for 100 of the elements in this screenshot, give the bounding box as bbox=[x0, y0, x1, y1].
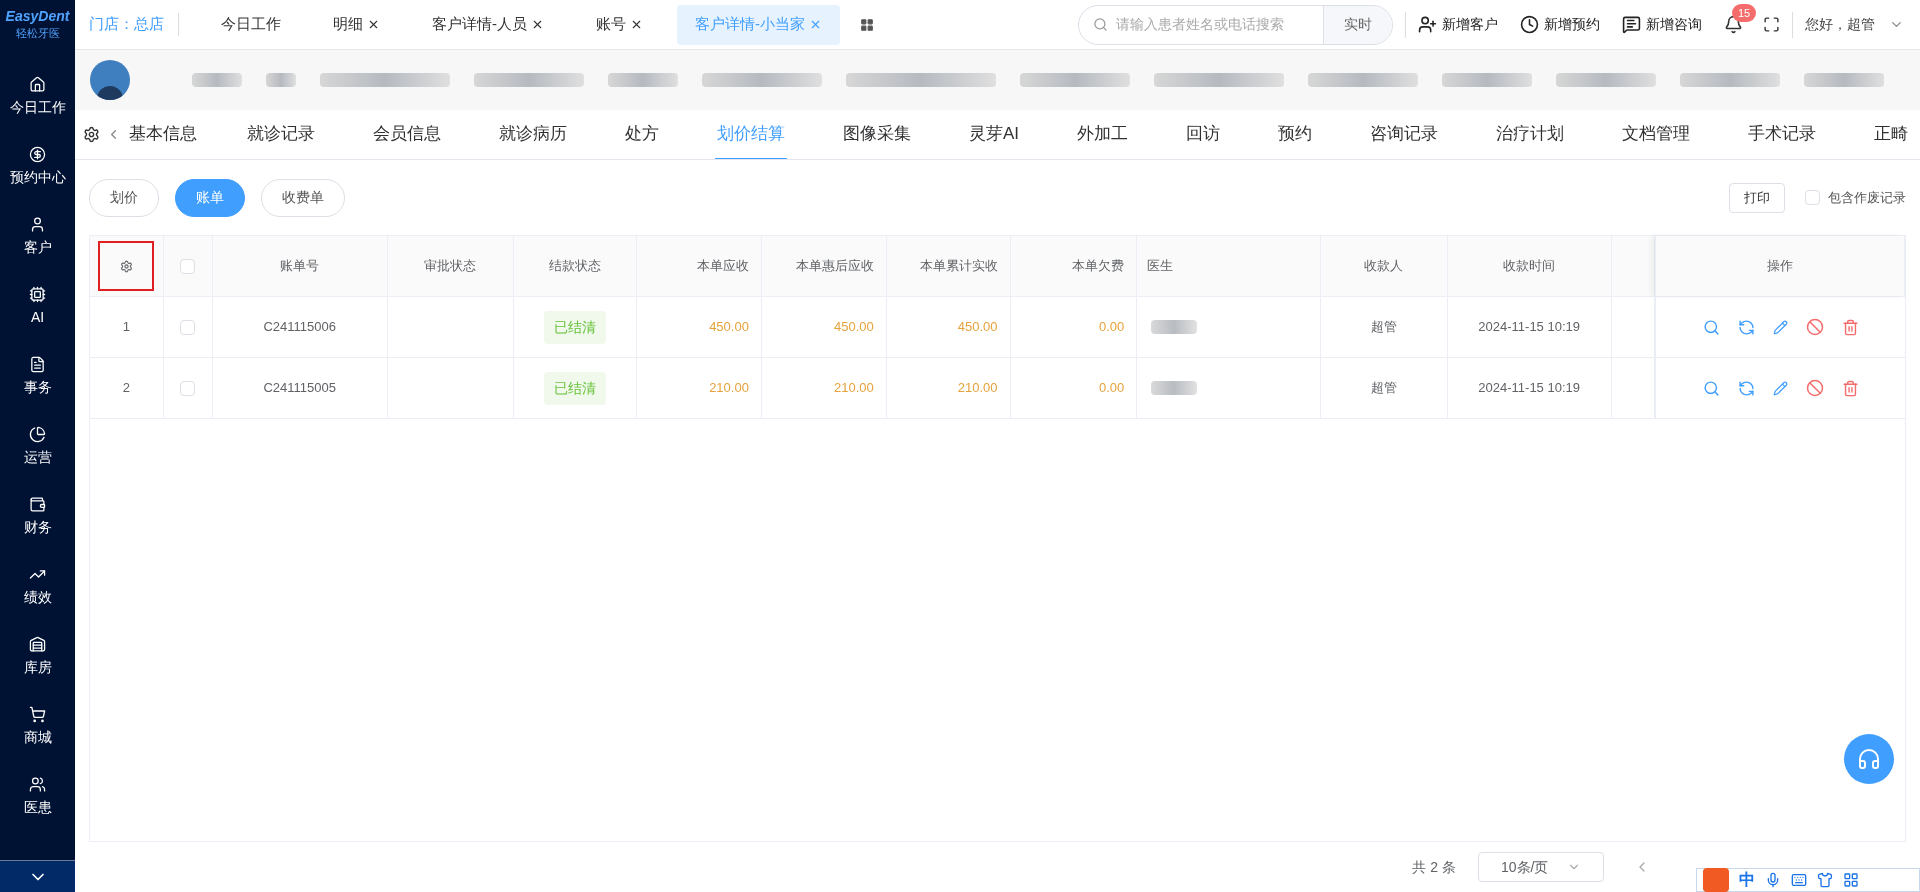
sidebar-item[interactable]: 运营 bbox=[0, 426, 75, 496]
sidebar-item[interactable]: 客户 bbox=[0, 216, 75, 286]
detail-tab[interactable]: 手术记录 bbox=[1746, 110, 1819, 159]
collapse-button[interactable] bbox=[0, 860, 75, 892]
page-tab[interactable]: 今日工作 bbox=[203, 4, 299, 45]
print-button[interactable]: 打印 bbox=[1729, 182, 1785, 213]
amount-cell-text: 210.00 bbox=[709, 379, 749, 398]
keyboard-icon[interactable] bbox=[1791, 872, 1807, 888]
amount-cell-text: 450.00 bbox=[833, 318, 874, 337]
void-icon[interactable] bbox=[1805, 379, 1824, 397]
detail-tab[interactable]: 外加工 bbox=[1075, 110, 1131, 159]
delete-icon[interactable] bbox=[1841, 318, 1859, 336]
amount-cell-text: 210.00 bbox=[957, 379, 998, 398]
time-cell-text: 2024-11-15 10:19 bbox=[1478, 379, 1580, 398]
action-icon bbox=[1622, 15, 1641, 34]
logo-text: EasyDent bbox=[5, 8, 70, 23]
page-tab[interactable]: 账号 bbox=[578, 4, 661, 45]
detail-tab[interactable]: 处方 bbox=[623, 110, 661, 159]
select-all-checkbox[interactable] bbox=[180, 258, 196, 274]
row-index: 2 bbox=[122, 379, 131, 398]
support-button[interactable] bbox=[1844, 734, 1894, 784]
detail-tab[interactable]: 会员信息 bbox=[371, 110, 443, 159]
column-header: 本单应收 bbox=[696, 257, 749, 276]
sidebar-item[interactable]: 医患 bbox=[0, 776, 75, 846]
page-tab[interactable]: 客户详情-人员 bbox=[414, 4, 562, 45]
sidebar-item[interactable]: 预约中心 bbox=[0, 146, 75, 216]
status-tag: 已结清 bbox=[544, 371, 607, 405]
sidebar-icon bbox=[29, 426, 46, 443]
row-checkbox[interactable] bbox=[180, 319, 196, 335]
sidebar-icon bbox=[29, 216, 46, 233]
detail-tab[interactable]: 灵芽AI bbox=[967, 110, 1022, 159]
sidebar-item[interactable]: 今日工作 bbox=[0, 76, 75, 146]
column-header: 本单欠费 bbox=[1072, 257, 1125, 276]
sidebar-item[interactable]: 库房 bbox=[0, 636, 75, 706]
action-button[interactable]: 新增客户 bbox=[1418, 14, 1498, 35]
search-icon bbox=[1093, 17, 1108, 32]
close-icon bbox=[367, 18, 380, 31]
include-void-checkbox[interactable] bbox=[1805, 190, 1820, 205]
sidebar-icon bbox=[29, 496, 46, 513]
action-button[interactable]: 新增咨询 bbox=[1622, 14, 1702, 35]
detail-tab[interactable]: 就诊记录 bbox=[245, 110, 317, 159]
grid-icon[interactable] bbox=[860, 17, 874, 32]
shirt-icon[interactable] bbox=[1817, 872, 1833, 888]
detail-tab[interactable]: 基本信息 bbox=[127, 110, 199, 159]
amount-cell-text: 450.00 bbox=[709, 318, 749, 337]
view-icon[interactable] bbox=[1702, 318, 1720, 336]
blurred-text bbox=[608, 73, 678, 87]
detail-tab[interactable]: 回访 bbox=[1184, 110, 1223, 159]
bill-number: C241115006 bbox=[263, 318, 336, 337]
delete-icon[interactable] bbox=[1841, 379, 1859, 397]
column-header: 本单累计实收 bbox=[919, 257, 998, 276]
amount-cell-text: 0.00 bbox=[1099, 318, 1125, 337]
action-button[interactable]: 新增预约 bbox=[1520, 14, 1600, 35]
column-header: 操作 bbox=[1767, 257, 1794, 276]
edit-icon[interactable] bbox=[1772, 380, 1788, 396]
user-greeting[interactable]: 您好，超管 bbox=[1805, 14, 1875, 35]
page-tab[interactable]: 明细 bbox=[315, 4, 398, 45]
detail-tab[interactable]: 预约 bbox=[1276, 110, 1315, 159]
sidebar-item[interactable]: 商城 bbox=[0, 706, 75, 776]
sidebar-icon bbox=[29, 706, 46, 723]
view-icon[interactable] bbox=[1702, 379, 1720, 397]
notification-icon[interactable] bbox=[1724, 15, 1743, 34]
edit-icon[interactable] bbox=[1772, 319, 1788, 335]
realtime-button[interactable]: 实时 bbox=[1323, 5, 1392, 44]
sidebar-item[interactable]: 绩效 bbox=[0, 566, 75, 636]
include-void-label: 包含作废记录 bbox=[1828, 188, 1906, 207]
column-settings-button[interactable] bbox=[98, 241, 155, 291]
fullscreen-icon[interactable] bbox=[1763, 16, 1780, 33]
detail-tab[interactable]: 就诊病历 bbox=[497, 110, 569, 159]
sidebar-icon bbox=[29, 76, 46, 93]
sidebar-item[interactable]: 财务 bbox=[0, 496, 75, 566]
void-icon[interactable] bbox=[1805, 318, 1824, 336]
detail-tab[interactable]: 正畸 bbox=[1872, 110, 1911, 159]
grid-icon[interactable] bbox=[1843, 872, 1859, 888]
sub-tab[interactable]: 划价 bbox=[89, 178, 159, 217]
close-icon bbox=[531, 18, 544, 31]
sidebar-icon bbox=[29, 286, 46, 303]
settings-icon[interactable] bbox=[83, 126, 100, 143]
notification-badge: 15 bbox=[1732, 4, 1757, 22]
detail-tab[interactable]: 治疗计划 bbox=[1494, 110, 1567, 159]
sidebar-item[interactable]: AI bbox=[0, 286, 75, 356]
microphone-icon[interactable] bbox=[1765, 872, 1781, 888]
action-icon bbox=[1520, 15, 1539, 34]
blurred-text bbox=[1151, 381, 1198, 395]
close-icon bbox=[809, 18, 822, 31]
column-header: 收款时间 bbox=[1503, 257, 1556, 276]
column-header: 账单号 bbox=[280, 257, 320, 276]
sidebar-icon bbox=[29, 636, 46, 653]
sub-tab[interactable]: 收费单 bbox=[261, 178, 345, 217]
detail-tab[interactable]: 文档管理 bbox=[1620, 110, 1693, 159]
action-icon bbox=[1418, 15, 1437, 34]
row-checkbox[interactable] bbox=[180, 380, 196, 396]
detail-tab[interactable]: 图像采集 bbox=[841, 110, 913, 159]
detail-tab[interactable]: 咨询记录 bbox=[1368, 110, 1441, 159]
sidebar-icon bbox=[29, 146, 46, 163]
sidebar-item[interactable]: 事务 bbox=[0, 356, 75, 426]
amount-cell-text: 450.00 bbox=[957, 318, 998, 337]
ime-mode[interactable]: 中 bbox=[1739, 868, 1755, 892]
page-size-select[interactable]: 10条/页 bbox=[1478, 852, 1604, 882]
avatar bbox=[90, 60, 130, 100]
